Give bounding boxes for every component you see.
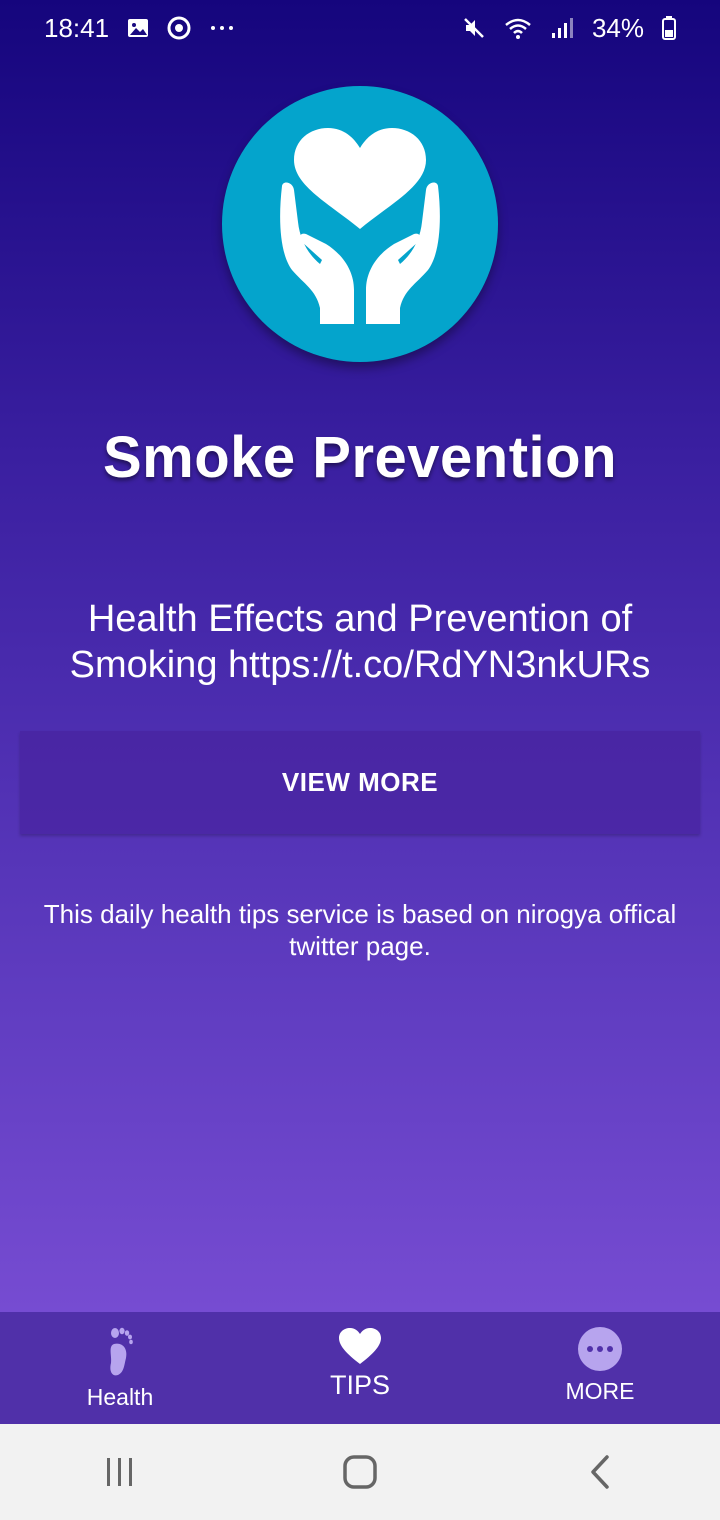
- heart-icon: [339, 1328, 381, 1364]
- service-info-text: This daily health tips service is based …: [43, 899, 677, 961]
- heart-hands-icon: [280, 128, 440, 324]
- chrome-icon: [167, 16, 191, 40]
- signal-icon: [550, 16, 574, 40]
- recents-icon: [107, 1458, 132, 1486]
- nav-item-tips[interactable]: TIPS: [240, 1312, 480, 1424]
- home-button[interactable]: [320, 1442, 400, 1502]
- battery-percent: 34%: [591, 12, 644, 43]
- home-icon: [343, 1455, 377, 1489]
- system-navigation-bar: [0, 1424, 720, 1520]
- gallery-icon: [127, 17, 149, 39]
- mute-icon: [462, 16, 486, 40]
- status-bar-left: 18:41: [44, 13, 235, 44]
- more-dots-icon: [209, 24, 235, 32]
- nav-label-tips: TIPS: [329, 1370, 390, 1400]
- status-time: 18:41: [44, 12, 110, 43]
- footprint-icon: [110, 1327, 133, 1376]
- status-bar-right: 34%: [462, 13, 676, 44]
- back-icon: [591, 1455, 609, 1489]
- nav-item-health[interactable]: Health: [0, 1312, 240, 1424]
- status-bar: 18:41 34%: [0, 0, 720, 56]
- nav-label-more: MORE: [565, 1378, 635, 1404]
- back-button[interactable]: [560, 1442, 640, 1502]
- more-circle-icon: [578, 1327, 622, 1371]
- page-title: Smoke Prevention: [102, 425, 618, 490]
- health-tip-text[interactable]: Health Effects and Prevention of Smoking…: [40, 596, 680, 688]
- recents-button[interactable]: [80, 1442, 160, 1502]
- bottom-navigation: Health TIPS MORE: [0, 1312, 720, 1424]
- nav-item-more[interactable]: MORE: [480, 1312, 720, 1424]
- battery-icon: [662, 16, 676, 40]
- nav-label-health: Health: [86, 1384, 154, 1410]
- app-logo: [222, 86, 498, 362]
- view-more-button[interactable]: VIEW MORE: [20, 731, 700, 834]
- wifi-icon: [504, 16, 532, 40]
